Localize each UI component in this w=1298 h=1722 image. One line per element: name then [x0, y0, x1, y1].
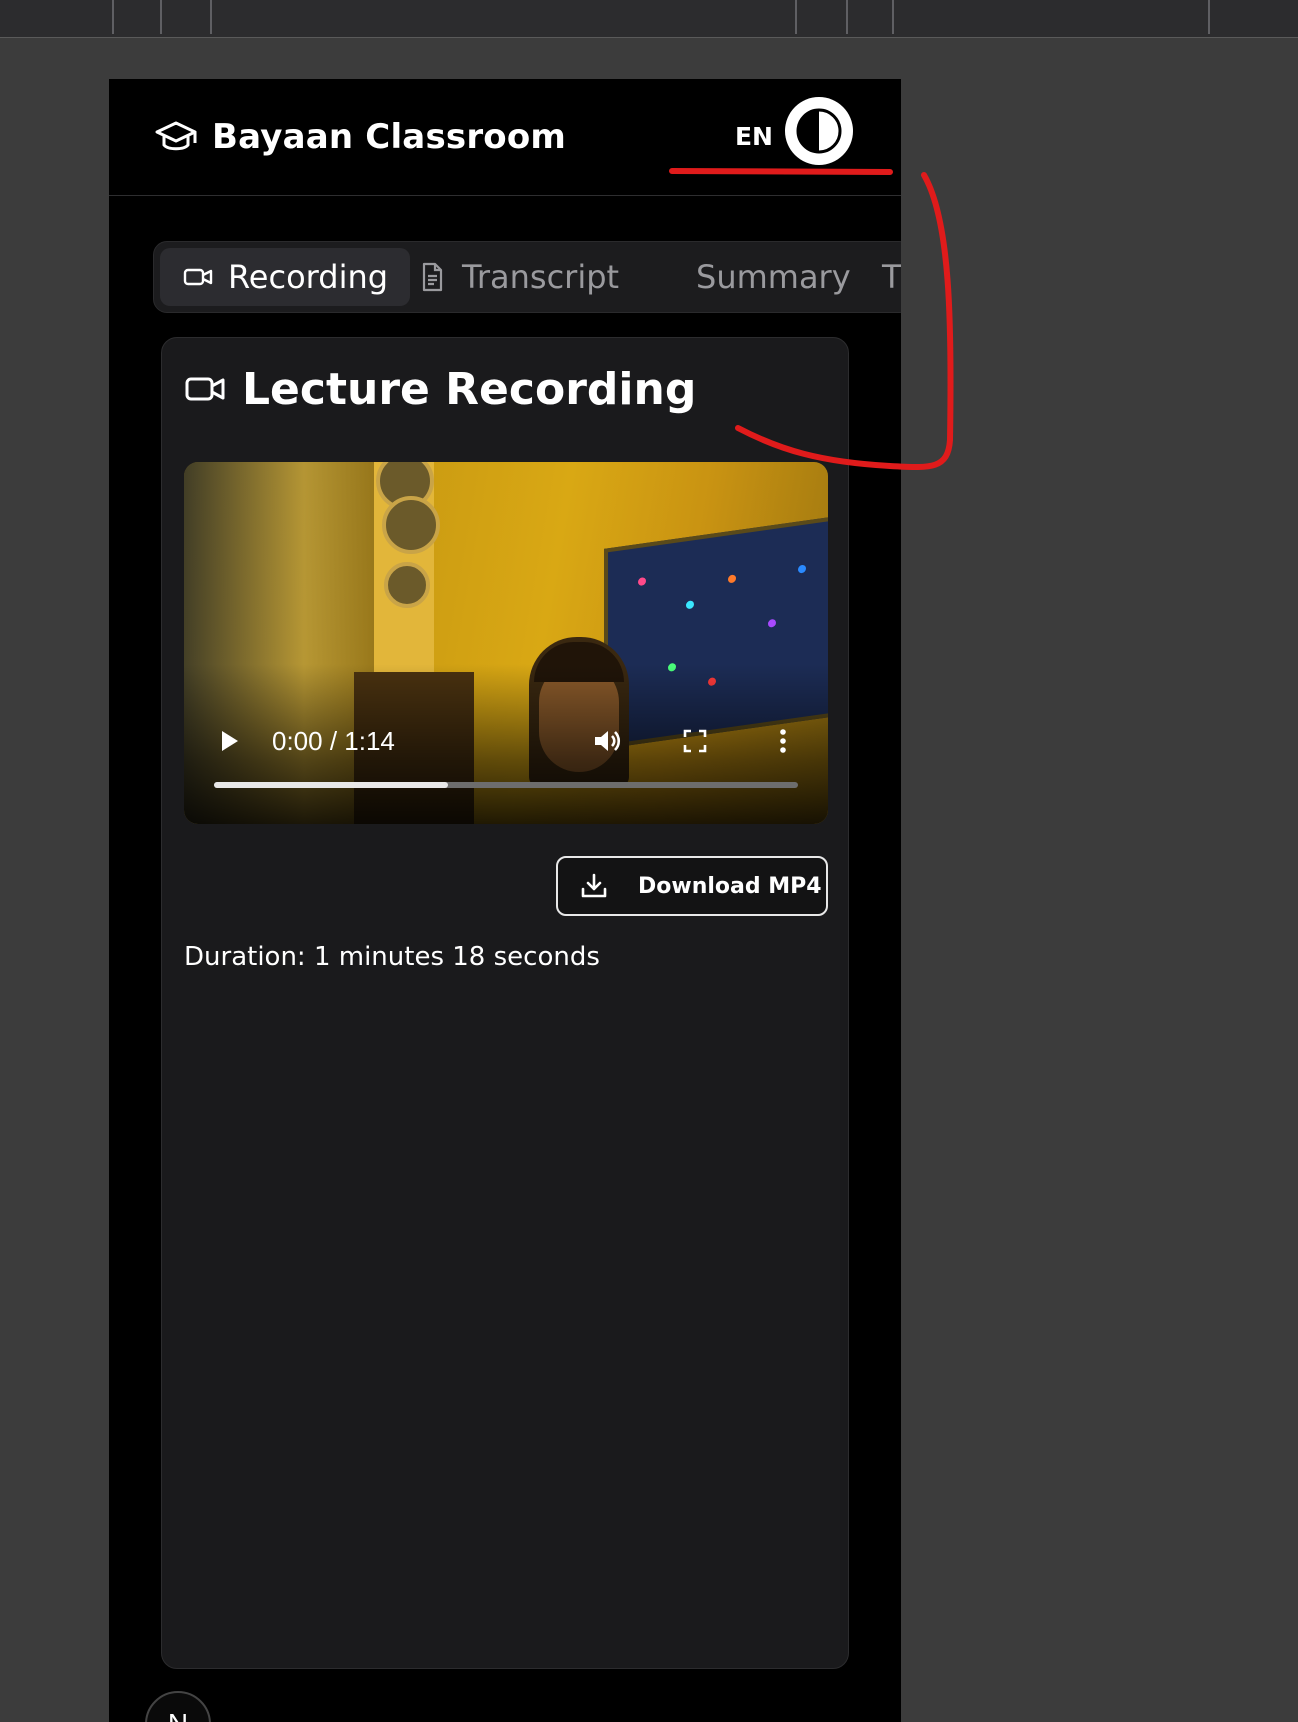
toolbar-divider [112, 0, 114, 34]
mobile-viewport: Bayaan Classroom EN Recording Transcript… [109, 79, 901, 1722]
toolbar-divider [795, 0, 797, 34]
tab-transcript[interactable]: Transcript [416, 248, 619, 306]
page-title: Lecture Recording [242, 363, 697, 415]
toolbar-divider [1208, 0, 1210, 34]
card-header: Lecture Recording [184, 360, 696, 418]
avatar[interactable]: N [145, 1691, 211, 1722]
video-camera-icon [183, 268, 213, 286]
tab-label: Recording [228, 258, 389, 296]
more-options-icon[interactable] [768, 726, 798, 756]
video-progress-bar[interactable] [214, 782, 798, 788]
download-label: Download MP4 [638, 873, 822, 899]
toolbar-divider [210, 0, 212, 34]
recording-card: Lecture Recording 0:00 / 1:14 Download M… [161, 337, 849, 1669]
toolbar-divider [846, 0, 848, 34]
video-frame-content [384, 562, 430, 608]
video-camera-icon [185, 377, 225, 401]
video-time: 0:00 / 1:14 [272, 726, 395, 756]
browser-toolbar [0, 0, 1298, 38]
toolbar-divider [892, 0, 894, 34]
fullscreen-icon[interactable] [680, 726, 710, 756]
video-controls: 0:00 / 1:14 [184, 712, 828, 772]
brand[interactable]: Bayaan Classroom [154, 115, 566, 159]
app-header: Bayaan Classroom EN [109, 79, 901, 196]
tab-overflow[interactable]: T [882, 248, 901, 306]
contrast-icon[interactable] [783, 95, 855, 167]
video-buffered [214, 782, 448, 788]
toolbar-divider [160, 0, 162, 34]
video-player[interactable]: 0:00 / 1:14 [184, 462, 828, 824]
language-switcher[interactable]: EN [729, 119, 779, 155]
duration-text: Duration: 1 minutes 18 seconds [184, 942, 600, 972]
video-frame-content [382, 496, 440, 554]
tab-label: Transcript [462, 258, 620, 296]
download-icon [581, 873, 607, 898]
volume-icon[interactable] [592, 726, 622, 756]
tab-label: Summary [696, 258, 851, 296]
download-mp4-button[interactable]: Download MP4 [556, 856, 828, 916]
tab-bar: Recording Transcript Summary T [153, 241, 901, 313]
app-title: Bayaan Classroom [212, 117, 567, 157]
tab-summary[interactable]: Summary [696, 248, 851, 306]
graduation-cap-icon [155, 121, 197, 151]
play-icon[interactable] [214, 726, 244, 756]
tab-label: T [882, 258, 901, 296]
document-icon [422, 262, 443, 292]
tab-recording[interactable]: Recording [160, 248, 411, 306]
